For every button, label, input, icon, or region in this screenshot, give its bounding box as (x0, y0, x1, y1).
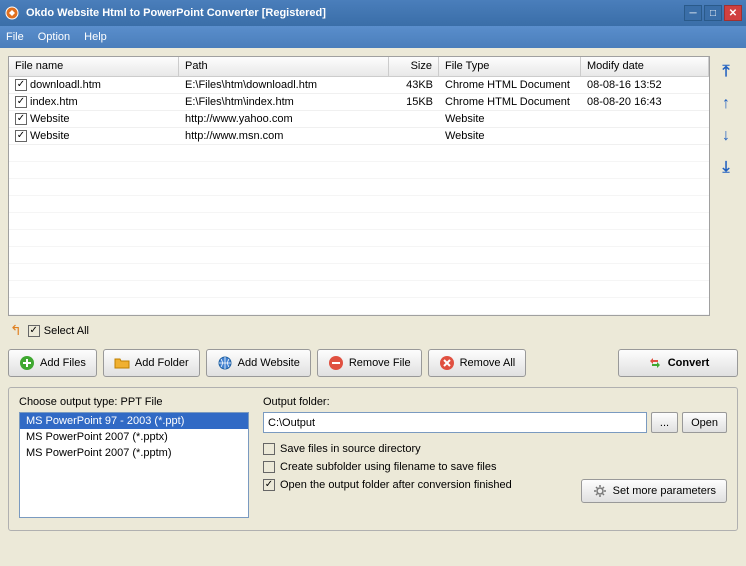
table-row-empty (9, 230, 709, 247)
cell-date (581, 118, 709, 120)
add-folder-button[interactable]: Add Folder (103, 349, 200, 377)
row-checkbox[interactable] (15, 96, 27, 108)
minus-icon (328, 355, 344, 371)
cell-type: Chrome HTML Document (439, 78, 581, 92)
table-header-row: File name Path Size File Type Modify dat… (9, 57, 709, 77)
output-folder-label: Output folder: (263, 396, 727, 408)
cell-size (389, 135, 439, 137)
table-row-empty (9, 264, 709, 281)
output-type-label: Choose output type: (19, 396, 117, 408)
move-down-button[interactable]: ↓ (716, 126, 736, 146)
menu-file[interactable]: File (6, 31, 24, 43)
list-item[interactable]: MS PowerPoint 97 - 2003 (*.ppt) (20, 413, 248, 429)
globe-icon (217, 355, 233, 371)
select-all-label: Select All (44, 325, 89, 337)
output-type-current: PPT File (121, 396, 163, 408)
gear-icon (592, 483, 608, 499)
table-row-empty (9, 298, 709, 315)
cell-filename: index.htm (30, 96, 78, 108)
output-folder-input[interactable] (263, 412, 647, 433)
cell-type: Website (439, 112, 581, 126)
reorder-buttons: ⤒ ↑ ↓ ⤓ (714, 56, 738, 316)
app-icon (4, 5, 20, 21)
cell-filename: downloadl.htm (30, 79, 101, 91)
file-table: File name Path Size File Type Modify dat… (8, 56, 710, 316)
maximize-button[interactable]: □ (704, 5, 722, 21)
col-modifydate[interactable]: Modify date (581, 57, 709, 76)
cell-filename: Website (30, 130, 70, 142)
move-bottom-button[interactable]: ⤓ (716, 158, 736, 178)
unchecked-box-icon (263, 461, 275, 473)
table-row-empty (9, 281, 709, 298)
cell-path: http://www.yahoo.com (179, 112, 389, 126)
table-row[interactable]: downloadl.htm E:\Files\htm\downloadl.htm4… (9, 77, 709, 94)
table-row[interactable]: Website http://www.msn.com Website (9, 128, 709, 145)
remove-all-button[interactable]: Remove All (428, 349, 527, 377)
cell-date: 08-08-20 16:43 (581, 95, 709, 109)
cell-size: 15KB (389, 95, 439, 109)
col-filetype[interactable]: File Type (439, 57, 581, 76)
output-type-listbox[interactable]: MS PowerPoint 97 - 2003 (*.ppt)MS PowerP… (19, 412, 249, 518)
table-row-empty (9, 179, 709, 196)
menu-help[interactable]: Help (84, 31, 107, 43)
table-row[interactable]: Website http://www.yahoo.com Website (9, 111, 709, 128)
table-row[interactable]: index.htm E:\Files\htm\index.htm15KBChrom… (9, 94, 709, 111)
select-all-checkbox[interactable]: Select All (28, 325, 89, 337)
close-button[interactable]: ✕ (724, 5, 742, 21)
minimize-button[interactable]: ─ (684, 5, 702, 21)
cell-path: E:\Files\htm\index.htm (179, 95, 389, 109)
list-item[interactable]: MS PowerPoint 2007 (*.pptm) (20, 445, 248, 461)
remove-file-button[interactable]: Remove File (317, 349, 422, 377)
folder-icon (114, 355, 130, 371)
list-item[interactable]: MS PowerPoint 2007 (*.pptx) (20, 429, 248, 445)
cell-size: 43KB (389, 78, 439, 92)
col-size[interactable]: Size (389, 57, 439, 76)
row-checkbox[interactable] (15, 130, 27, 142)
unchecked-box-icon (263, 443, 275, 455)
up-arrow-icon: ↰ (10, 322, 22, 339)
checked-box-icon (263, 479, 275, 491)
plus-icon (19, 355, 35, 371)
open-after-checkbox[interactable]: Open the output folder after conversion … (263, 479, 571, 491)
col-filename[interactable]: File name (9, 57, 179, 76)
cell-type: Chrome HTML Document (439, 95, 581, 109)
move-up-button[interactable]: ↑ (716, 94, 736, 114)
table-row-empty (9, 247, 709, 264)
add-website-button[interactable]: Add Website (206, 349, 311, 377)
convert-button[interactable]: Convert (618, 349, 738, 377)
x-icon (439, 355, 455, 371)
menubar: File Option Help (0, 26, 746, 48)
cell-date (581, 135, 709, 137)
browse-button[interactable]: ... (651, 412, 678, 433)
table-row-empty (9, 213, 709, 230)
menu-option[interactable]: Option (38, 31, 70, 43)
cell-type: Website (439, 129, 581, 143)
col-path[interactable]: Path (179, 57, 389, 76)
cell-path: E:\Files\htm\downloadl.htm (179, 78, 389, 92)
row-checkbox[interactable] (15, 113, 27, 125)
cell-date: 08-08-16 13:52 (581, 78, 709, 92)
row-checkbox[interactable] (15, 79, 27, 91)
move-top-button[interactable]: ⤒ (716, 62, 736, 82)
cell-path: http://www.msn.com (179, 129, 389, 143)
table-row-empty (9, 162, 709, 179)
create-subfolder-checkbox[interactable]: Create subfolder using filename to save … (263, 461, 727, 473)
add-files-button[interactable]: Add Files (8, 349, 97, 377)
table-row-empty (9, 145, 709, 162)
titlebar: Okdo Website Html to PowerPoint Converte… (0, 0, 746, 26)
settings-panel: Choose output type: PPT File MS PowerPoi… (8, 387, 738, 531)
cell-size (389, 118, 439, 120)
open-folder-button[interactable]: Open (682, 412, 727, 433)
table-row-empty (9, 196, 709, 213)
window-title: Okdo Website Html to PowerPoint Converte… (26, 7, 684, 19)
set-more-parameters-button[interactable]: Set more parameters (581, 479, 727, 503)
select-all-check-icon (28, 325, 40, 337)
save-source-checkbox[interactable]: Save files in source directory (263, 443, 727, 455)
convert-icon (647, 355, 663, 371)
cell-filename: Website (30, 113, 70, 125)
